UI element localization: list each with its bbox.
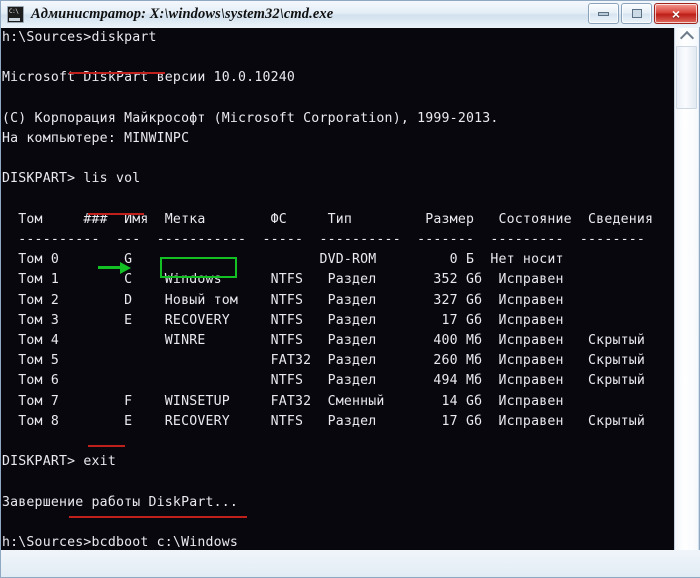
window-controls: × <box>588 3 698 24</box>
annotation-underline-lisvol <box>88 213 144 215</box>
cmd-icon: C:\ <box>7 6 24 23</box>
minimize-icon <box>598 12 609 16</box>
console-table-divider: ---------- --- ----------- ----- -------… <box>2 232 645 247</box>
close-button[interactable]: × <box>654 3 698 24</box>
annotation-box-windows-label <box>160 257 237 278</box>
console-text: h:\Sources>diskpart Microsoft DiskPart в… <box>2 28 653 552</box>
table-row: Том 8 E RECOVERY NTFS Раздел 17 Gб Испра… <box>2 414 645 429</box>
console-line: (C) Корпорация Майкрософт (Microsoft Cor… <box>2 111 499 126</box>
table-row: Том 0 G DVD-ROM 0 Б Нет носит <box>2 252 564 267</box>
cmd-icon-text: C:\ <box>9 7 18 16</box>
console-line: DISKPART> lis vol <box>2 171 140 186</box>
console-line: На компьютере: MINWINPC <box>2 131 189 146</box>
cmd-window: C:\ Администратор: X:\windows\system32\c… <box>0 0 700 578</box>
console-line: DISKPART> exit <box>2 454 116 469</box>
arrow-head-icon <box>120 262 131 274</box>
table-row: Том 2 D Новый том NTFS Раздел 327 Gб Исп… <box>2 293 564 308</box>
window-title: Администратор: X:\windows\system32\cmd.e… <box>31 6 333 23</box>
vertical-scrollbar[interactable] <box>674 28 698 577</box>
scroll-up-button[interactable] <box>675 28 698 45</box>
console-line: Завершение работы DiskPart... <box>2 495 238 510</box>
minimize-button[interactable] <box>588 3 619 24</box>
scrollbar-thumb[interactable] <box>676 46 697 109</box>
cmd-icon-bar <box>9 18 20 21</box>
table-row: Том 4 WINRE NTFS Раздел 400 Mб Исправен … <box>2 333 645 348</box>
title-bar[interactable]: C:\ Администратор: X:\windows\system32\c… <box>1 1 700 27</box>
arrow-shaft <box>98 266 122 269</box>
maximize-button[interactable] <box>621 3 652 24</box>
console-line: h:\Sources>bcdboot c:\Windows <box>2 535 238 550</box>
close-icon: × <box>672 7 680 21</box>
table-row: Том 1 C Windows NTFS Раздел 352 Gб Испра… <box>2 272 564 287</box>
table-row: Том 7 F WINSETUP FAT32 Сменный 14 Gб Исп… <box>2 394 564 409</box>
window-bottom-edge <box>1 550 700 577</box>
console-output-area[interactable]: h:\Sources>diskpart Microsoft DiskPart в… <box>1 28 675 552</box>
maximize-icon <box>632 9 642 18</box>
table-row: Том 3 E RECOVERY NTFS Раздел 17 Gб Испра… <box>2 313 564 328</box>
annotation-underline-bcdboot <box>69 516 247 518</box>
console-line: h:\Sources>diskpart <box>2 30 157 45</box>
chevron-up-icon <box>679 31 693 45</box>
table-row: Том 5 FAT32 Раздел 260 Mб Исправен Скрыт… <box>2 353 645 368</box>
table-row: Том 6 NTFS Раздел 494 Mб Исправен Скрыты… <box>2 373 645 388</box>
annotation-underline-exit-diskpart <box>88 445 125 447</box>
annotation-underline-diskpart <box>69 72 165 74</box>
